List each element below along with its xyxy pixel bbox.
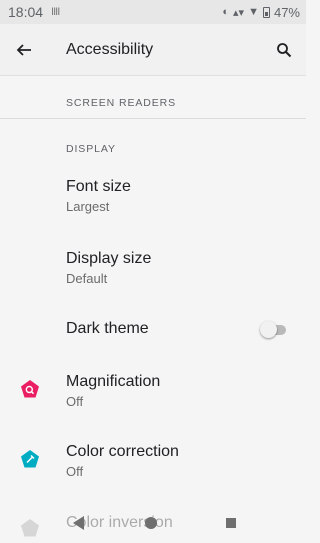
data-icon: ▴▾ xyxy=(233,6,245,19)
status-indicators: ◐ ▴▾ ▼ 47% xyxy=(222,5,300,20)
color-correction-icon xyxy=(21,450,39,468)
color-correction-summary: Off xyxy=(66,464,84,479)
color-correction-title: Color correction xyxy=(66,443,179,460)
display-size-title: Display size xyxy=(66,250,152,267)
wifi-icon: ▼ xyxy=(248,6,259,18)
font-size-summary: Largest xyxy=(66,199,110,214)
battery-percent: 47% xyxy=(273,4,300,20)
divider xyxy=(0,118,306,119)
app-bar: Accessibility xyxy=(0,24,306,76)
magnification-item[interactable]: Magnification Off xyxy=(0,373,306,409)
navigation-bar xyxy=(0,505,306,543)
font-size-title: Font size xyxy=(66,178,131,195)
notification-icon: IIII xyxy=(51,6,60,18)
dark-theme-toggle[interactable] xyxy=(260,321,286,338)
vibrate-icon: ◐ xyxy=(222,6,230,18)
nav-back-icon[interactable] xyxy=(73,516,84,530)
status-bar: 18:04 IIII ◐ ▴▾ ▼ 47% xyxy=(0,0,306,24)
back-button[interactable] xyxy=(0,26,48,74)
color-correction-item[interactable]: Color correction Off xyxy=(0,443,306,479)
magnification-icon xyxy=(21,380,39,398)
magnification-summary: Off xyxy=(66,394,84,409)
nav-recents-icon[interactable] xyxy=(226,518,236,528)
magnification-title: Magnification xyxy=(66,373,161,390)
search-icon xyxy=(277,42,292,57)
page-title: Accessibility xyxy=(66,40,154,58)
display-size-item[interactable]: Display size Default xyxy=(0,250,306,286)
dark-theme-item[interactable]: Dark theme xyxy=(0,320,306,338)
search-button[interactable] xyxy=(262,28,306,72)
arrow-left-icon xyxy=(16,43,31,56)
status-time: 18:04 xyxy=(8,4,44,20)
toggle-knob xyxy=(260,321,277,338)
section-header-display: DISPLAY xyxy=(66,143,116,155)
nav-home-icon[interactable] xyxy=(145,517,157,529)
font-size-item[interactable]: Font size Largest xyxy=(0,178,306,214)
display-size-summary: Default xyxy=(66,271,108,286)
battery-icon xyxy=(262,6,270,18)
section-header-screen-readers: SCREEN READERS xyxy=(66,97,177,109)
